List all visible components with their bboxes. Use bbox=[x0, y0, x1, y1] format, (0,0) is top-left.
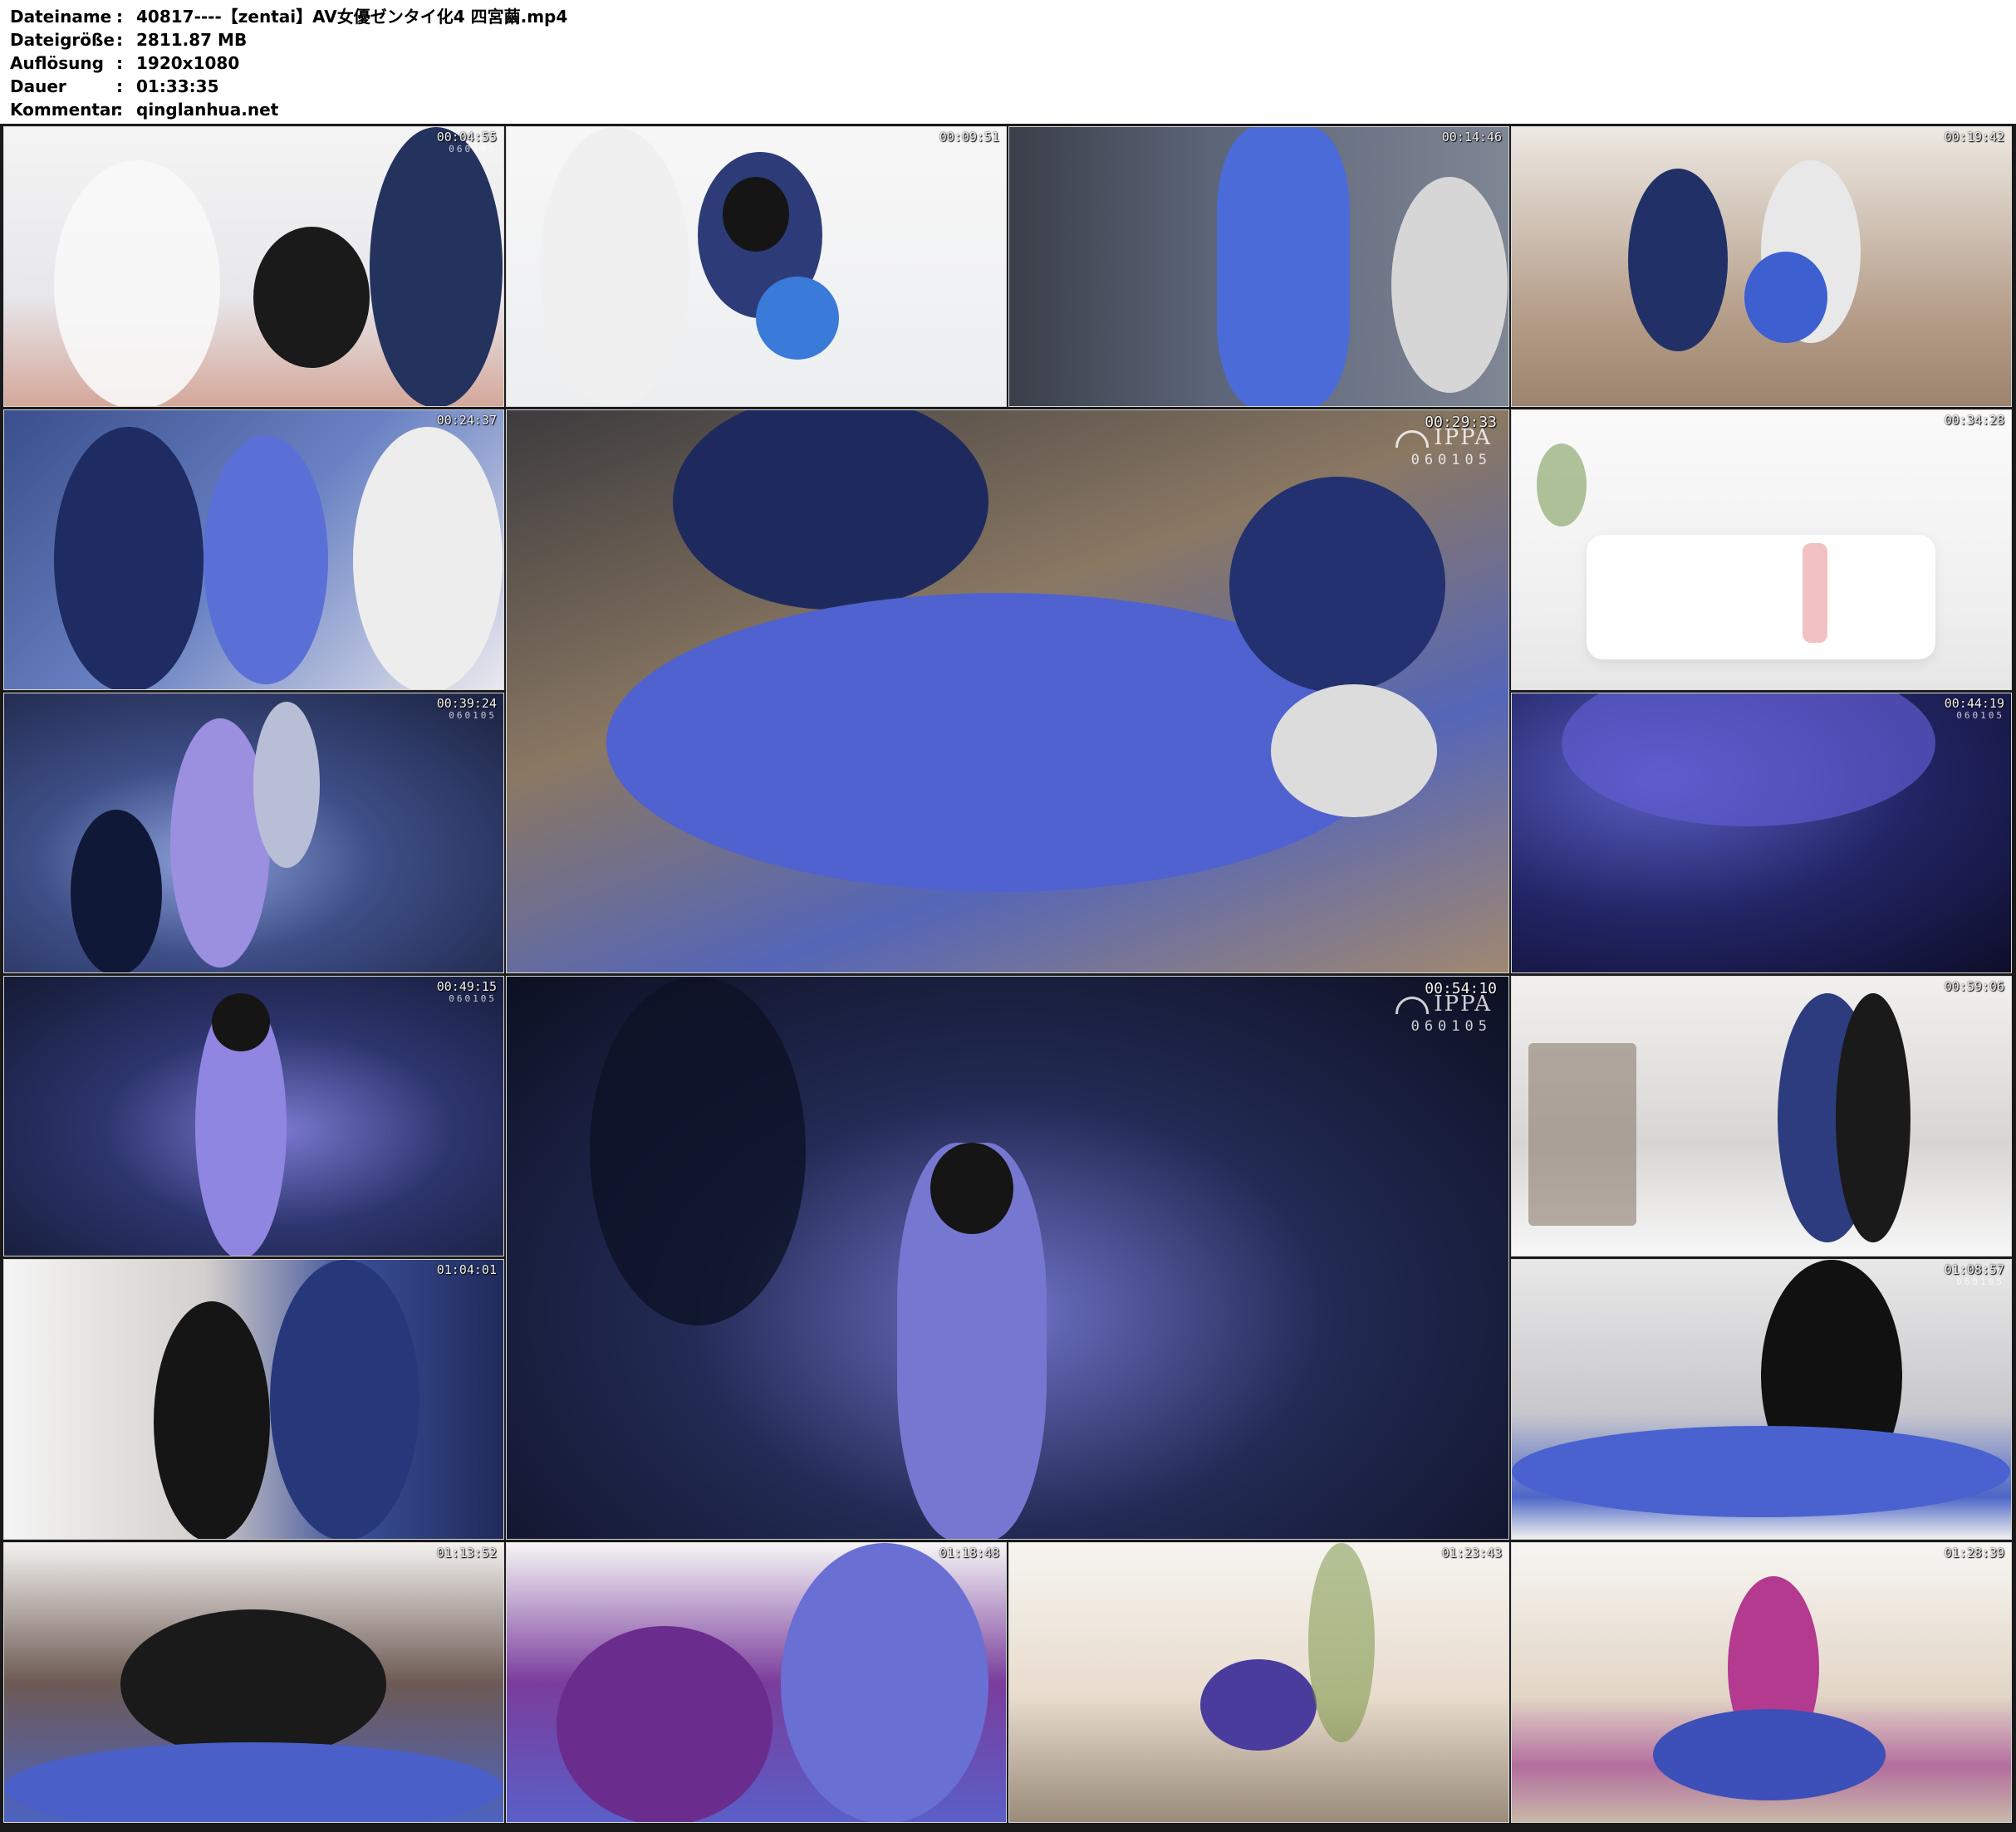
thumbnail-12[interactable]: 00:59:06 bbox=[1511, 976, 2012, 1256]
thumbnail-image bbox=[1009, 1543, 1508, 1822]
thumbnail-17[interactable]: 01:23:43 bbox=[1008, 1542, 1509, 1823]
ippa-mark: IPPA bbox=[1396, 992, 1492, 1016]
watermark-code: 060105 bbox=[1956, 710, 2004, 721]
file-info-panel: Dateiname : 40817----【zentai】AV女優ゼンタイ化4 … bbox=[10, 5, 567, 121]
watermark-code: 060105 bbox=[449, 144, 497, 154]
watermark-code: 060105 bbox=[1410, 1018, 1492, 1035]
thumbnail-image bbox=[1512, 410, 2011, 689]
timestamp: 01:18:48 bbox=[939, 1545, 999, 1560]
timestamp: 00:09:51 bbox=[939, 130, 999, 145]
info-value: 01:33:35 bbox=[136, 76, 219, 96]
timestamp: 01:28:39 bbox=[1944, 1545, 2004, 1560]
thumbnail-image bbox=[4, 1260, 503, 1539]
thumbnail-7[interactable]: 00:34:28 bbox=[1511, 409, 2012, 690]
info-value: 1920x1080 bbox=[136, 53, 240, 73]
thumbnail-9[interactable]: 00:44:19 060105 bbox=[1511, 693, 2012, 973]
thumbnail-image bbox=[1512, 1543, 2011, 1822]
info-row-resolution: Auflösung : 1920x1080 bbox=[10, 51, 567, 75]
timestamp: 00:44:19 bbox=[1944, 696, 2004, 711]
info-separator: : bbox=[116, 30, 123, 50]
watermark-code: 060105 bbox=[1410, 452, 1492, 468]
ippa-logo: IPPA 060105 bbox=[1396, 992, 1492, 1035]
info-label: Dateigröße bbox=[10, 30, 115, 50]
timestamp: 01:08:57 bbox=[1944, 1262, 2004, 1277]
thumbnail-15[interactable]: 01:13:52 bbox=[3, 1542, 504, 1823]
info-label: Dateiname bbox=[10, 7, 112, 27]
info-row-comment: Kommentar : qinglanhua.net bbox=[10, 98, 567, 121]
timestamp: 01:04:01 bbox=[436, 1262, 497, 1277]
info-row-duration: Dauer : 01:33:35 bbox=[10, 75, 567, 98]
thumbnail-image bbox=[507, 127, 1006, 406]
thumbnail-5[interactable]: 00:24:37 bbox=[3, 409, 504, 690]
thumbnail-image bbox=[4, 1543, 503, 1822]
info-value: 2811.87 MB bbox=[136, 30, 248, 50]
thumbnail-4[interactable]: 00:19:42 bbox=[1511, 126, 2012, 407]
thumbnail-6[interactable]: 00:29:33 IPPA 060105 bbox=[506, 409, 1509, 973]
timestamp: 01:13:52 bbox=[436, 1545, 497, 1560]
watermark-code: 060105 bbox=[449, 993, 497, 1004]
thumbnail-13[interactable]: 01:04:01 bbox=[3, 1259, 504, 1540]
thumbnail-image bbox=[1009, 127, 1508, 406]
thumbnail-image bbox=[4, 977, 503, 1256]
timestamp: 00:39:24 bbox=[436, 696, 497, 711]
timestamp: 00:34:28 bbox=[1944, 413, 2004, 428]
thumbnail-image bbox=[507, 410, 1508, 972]
timestamp: 00:04:55 bbox=[436, 130, 497, 145]
timestamp: 00:19:42 bbox=[1944, 130, 2004, 145]
info-value: 40817----【zentai】AV女優ゼンタイ化4 四宮繭.mp4 bbox=[136, 7, 568, 27]
thumbnail-image bbox=[507, 977, 1508, 1539]
thumbnail-10[interactable]: 00:49:15 060105 bbox=[3, 976, 504, 1256]
info-label: Kommentar bbox=[10, 100, 120, 120]
info-label: Dauer bbox=[10, 76, 66, 96]
thumbnail-image bbox=[507, 1543, 1006, 1822]
thumbnail-image bbox=[1512, 977, 2011, 1256]
thumbnail-11[interactable]: 00:54:10 IPPA 060105 bbox=[506, 976, 1509, 1540]
thumbnail-image bbox=[1512, 1260, 2011, 1539]
timestamp: 00:14:46 bbox=[1441, 130, 1502, 145]
info-label: Auflösung bbox=[10, 53, 104, 73]
info-separator: : bbox=[116, 76, 123, 96]
thumbnail-14[interactable]: 01:08:57 060105 bbox=[1511, 1259, 2012, 1540]
watermark-code: 060105 bbox=[449, 710, 497, 721]
thumbnail-image bbox=[1512, 127, 2011, 406]
watermark-code: 060105 bbox=[1956, 1276, 2004, 1287]
thumbnail-1[interactable]: 00:04:55 060105 bbox=[3, 126, 504, 407]
info-separator: : bbox=[116, 7, 123, 27]
timestamp: 01:23:43 bbox=[1441, 1545, 1502, 1560]
timestamp: 00:24:37 bbox=[436, 413, 497, 428]
ippa-mark: IPPA bbox=[1396, 425, 1492, 450]
info-separator: : bbox=[116, 53, 123, 73]
thumbnail-18[interactable]: 01:28:39 bbox=[1511, 1542, 2012, 1823]
timestamp: 00:49:15 bbox=[436, 979, 497, 994]
thumbnail-image bbox=[1512, 693, 2011, 972]
thumbnail-3[interactable]: 00:14:46 bbox=[1008, 126, 1509, 407]
info-separator: : bbox=[116, 100, 123, 120]
ippa-logo: IPPA 060105 bbox=[1396, 425, 1492, 468]
thumbnail-16[interactable]: 01:18:48 bbox=[506, 1542, 1007, 1823]
thumbnail-grid: 00:04:55 060105 00:09:51 00:14:46 00:19:… bbox=[0, 124, 2016, 1832]
thumbnail-image bbox=[4, 127, 503, 406]
thumbnail-8[interactable]: 00:39:24 060105 bbox=[3, 693, 504, 973]
info-row-filename: Dateiname : 40817----【zentai】AV女優ゼンタイ化4 … bbox=[10, 5, 567, 28]
info-value: qinglanhua.net bbox=[136, 100, 279, 120]
info-row-filesize: Dateigröße : 2811.87 MB bbox=[10, 28, 567, 51]
thumbnail-image bbox=[4, 410, 503, 689]
timestamp: 00:59:06 bbox=[1944, 979, 2004, 994]
thumbnail-image bbox=[4, 693, 503, 972]
thumbnail-2[interactable]: 00:09:51 bbox=[506, 126, 1007, 407]
